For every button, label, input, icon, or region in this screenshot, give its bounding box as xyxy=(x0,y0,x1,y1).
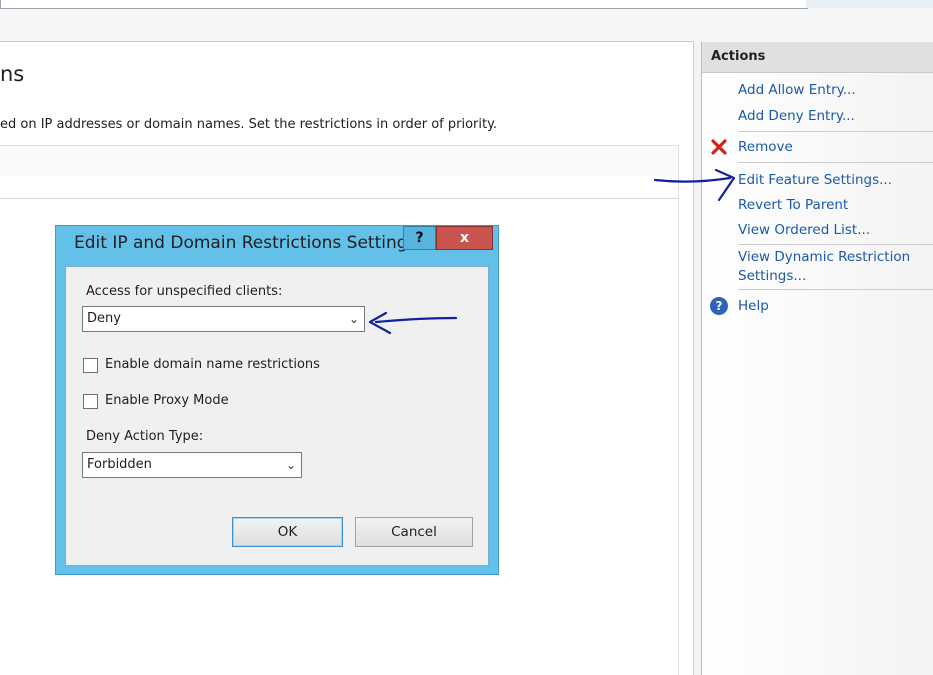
top-bar xyxy=(0,0,933,42)
revert-to-parent-link[interactable]: Revert To Parent xyxy=(738,195,848,215)
help-button[interactable]: ? xyxy=(403,226,436,250)
dialog-title: Edit IP and Domain Restrictions Settings xyxy=(74,233,417,253)
access-select-value: Deny xyxy=(87,311,121,326)
link-line-2: Settings... xyxy=(738,268,807,284)
red-x-icon xyxy=(710,138,728,156)
divider xyxy=(738,131,933,132)
actions-header: Actions xyxy=(702,42,933,73)
help-link[interactable]: Help xyxy=(738,296,769,316)
add-allow-entry-link[interactable]: Add Allow Entry... xyxy=(738,80,856,100)
address-bar[interactable] xyxy=(0,0,808,9)
cancel-button[interactable]: Cancel xyxy=(355,517,473,547)
ok-button[interactable]: OK xyxy=(232,517,343,547)
view-ordered-list-link[interactable]: View Ordered List... xyxy=(738,220,870,240)
dialog-body: Access for unspecified clients: Deny ⌄ E… xyxy=(65,266,489,566)
divider xyxy=(738,289,933,290)
domain-restrictions-checkbox[interactable] xyxy=(83,358,98,373)
divider xyxy=(738,244,933,245)
access-select[interactable]: Deny ⌄ xyxy=(82,306,365,332)
page-title: ns xyxy=(0,62,25,86)
proxy-mode-label: Enable Proxy Mode xyxy=(105,393,229,408)
divider xyxy=(738,162,933,163)
deny-action-select-value: Forbidden xyxy=(87,457,152,472)
grid-row[interactable] xyxy=(0,176,678,199)
toolbar-area xyxy=(806,0,933,8)
deny-action-select[interactable]: Forbidden ⌄ xyxy=(82,452,302,478)
grid-header[interactable] xyxy=(0,145,678,177)
help-icon: ? xyxy=(710,297,728,315)
chevron-down-icon: ⌄ xyxy=(285,458,296,472)
chevron-down-icon: ⌄ xyxy=(348,312,359,326)
add-deny-entry-link[interactable]: Add Deny Entry... xyxy=(738,106,855,126)
view-dynamic-restriction-settings-link[interactable]: View Dynamic Restriction Settings... xyxy=(738,248,910,286)
edit-feature-settings-link[interactable]: Edit Feature Settings... xyxy=(738,170,892,190)
page-description: ed on IP addresses or domain names. Set … xyxy=(0,117,498,132)
actions-pane: Actions Add Allow Entry... Add Deny Entr… xyxy=(701,42,933,675)
access-label: Access for unspecified clients: xyxy=(86,284,283,299)
link-line-1: View Dynamic Restriction xyxy=(738,249,911,265)
remove-link[interactable]: Remove xyxy=(738,137,793,157)
edit-ip-domain-restrictions-dialog: Edit IP and Domain Restrictions Settings… xyxy=(55,225,499,575)
close-button[interactable]: x xyxy=(436,226,493,250)
deny-action-label: Deny Action Type: xyxy=(86,429,204,444)
proxy-mode-checkbox[interactable] xyxy=(83,394,98,409)
divider xyxy=(678,145,679,675)
domain-restrictions-label: Enable domain name restrictions xyxy=(105,357,320,372)
